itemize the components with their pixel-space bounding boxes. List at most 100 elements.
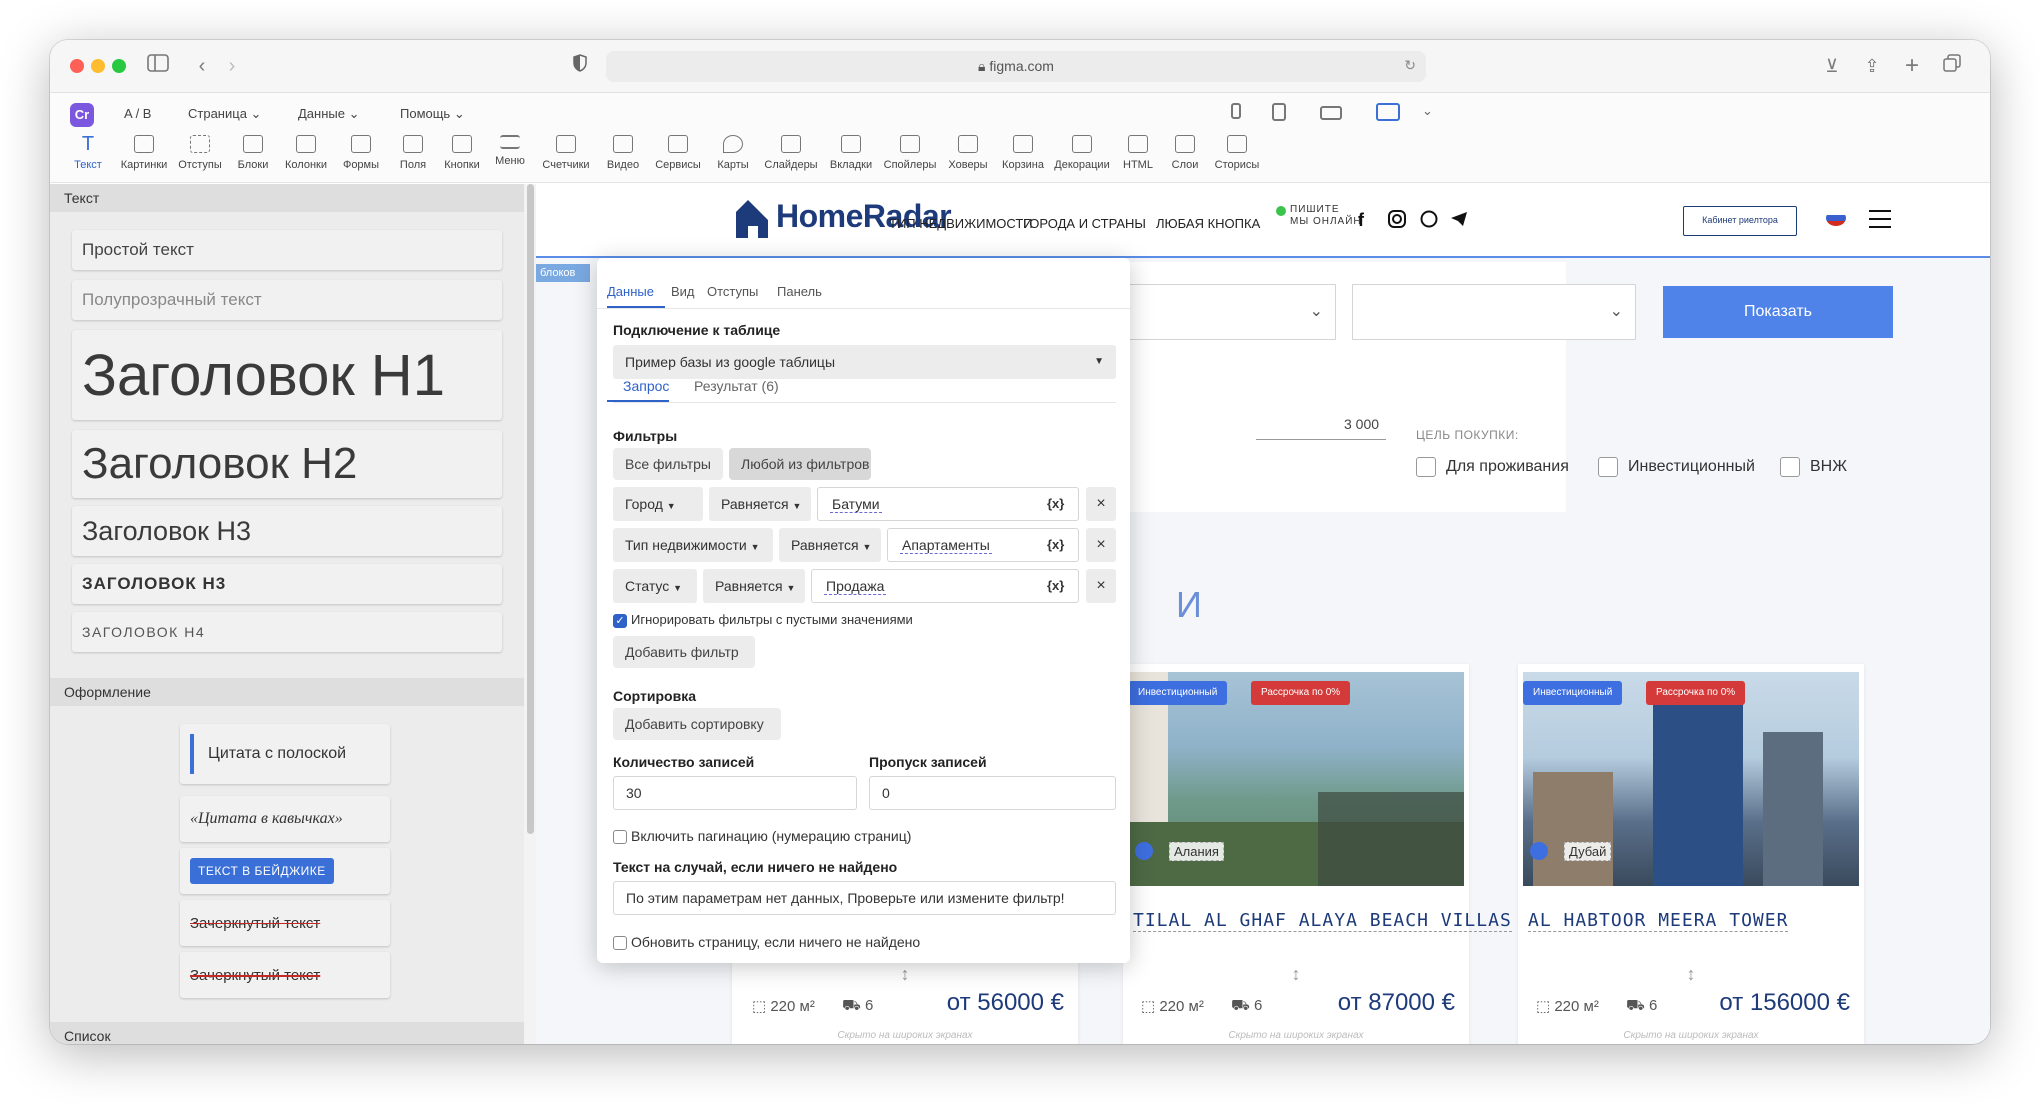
tool-sliders[interactable]: Слайдеры [763,135,819,171]
remove-filter-3-button[interactable]: × [1086,569,1116,603]
laptop-icon[interactable] [1320,106,1342,120]
remove-filter-2-button[interactable]: × [1086,528,1116,562]
zoom-window-button[interactable] [112,59,126,73]
write-online[interactable]: ПИШИТЕ МЫ ОНЛАЙН [1290,204,1362,228]
variable-insert-icon[interactable]: {x} [1047,578,1064,593]
pagination-checkbox[interactable] [613,830,627,844]
add-sort-button[interactable]: Добавить сортировку [613,708,781,740]
refresh-page-checkbox[interactable] [613,936,627,950]
block-strikethrough-wavy[interactable]: Зачеркнутый текст [180,952,390,998]
tab-padding[interactable]: Отступы [707,284,758,299]
tool-blocks[interactable]: Блоки [225,135,281,171]
filter-1-operator[interactable]: Равняется ▼ [709,487,811,521]
tool-cart[interactable]: Корзина [995,135,1051,171]
downloads-icon[interactable]: ⊻ [1820,53,1844,79]
panel-scrollbar[interactable] [524,184,536,1044]
block-heading-h2[interactable]: Заголовок H2 [72,430,502,498]
block-tag[interactable]: блоков [536,264,590,282]
tab-view[interactable]: Вид [671,284,695,299]
property-card-2[interactable]: Инвестиционный Рассрочка по 0% Алания TI… [1123,664,1512,1044]
add-filter-button[interactable]: Добавить фильтр [613,636,755,668]
block-plain-text[interactable]: Простой текст [72,230,502,270]
desktop-icon[interactable] [1376,103,1400,121]
block-quote-marks[interactable]: «Цитата в кавычках» [180,796,390,842]
tool-tabs[interactable]: Вкладки [823,135,879,171]
tool-fields[interactable]: Поля [385,135,441,171]
filter-3-value[interactable]: Продажа [811,569,1079,603]
filter-1-value[interactable]: Батуми [817,487,1079,521]
not-found-text-input[interactable]: По этим параметрам нет данных, Проверьте… [613,881,1116,915]
card-title[interactable]: TILAL AL GHAF ALAYA BEACH VILLAS [1133,910,1512,932]
tab-panel[interactable]: Панель [777,284,822,299]
menu-ab[interactable]: A / B [124,106,151,121]
phone-icon[interactable] [1272,103,1286,121]
tool-forms[interactable]: Формы [333,135,389,171]
chevron-down-icon[interactable]: ⌄ [1422,103,1433,119]
tool-text[interactable]: T Текст [60,134,116,171]
ignore-empty-checkbox[interactable]: ✓ [613,614,627,628]
facebook-icon[interactable]: f [1358,210,1364,231]
price-slider-track[interactable] [1256,439,1386,440]
variable-insert-icon[interactable]: {x} [1047,496,1064,511]
tab-overview-icon[interactable] [1940,53,1964,79]
whatsapp-icon[interactable] [1420,210,1438,233]
back-icon[interactable]: ‹ [192,53,212,79]
tool-images[interactable]: Картинки [116,135,172,171]
hamburger-menu-icon[interactable] [1869,210,1891,228]
block-quote-bar[interactable]: Цитата с полоской [180,724,390,784]
block-heading-h3[interactable]: Заголовок H3 [72,506,502,556]
skip-input[interactable]: 0 [869,776,1116,810]
close-window-button[interactable] [70,59,84,73]
section-text[interactable]: Текст [50,184,524,212]
site-select-city[interactable]: ⌄ [1096,284,1336,340]
minimize-window-button[interactable] [91,59,105,73]
any-filter-button[interactable]: Любой из фильтров [729,448,871,480]
nav-any-button[interactable]: ЛЮБАЯ КНОПКА [1156,216,1260,231]
telegram-icon[interactable] [1450,210,1468,233]
tool-hovers[interactable]: Ховеры [940,135,996,171]
block-badge-text[interactable]: ТЕКСТ В БЕЙДЖИКЕ [180,848,390,894]
forward-icon[interactable]: › [222,53,242,79]
phone-small-icon[interactable] [1231,103,1241,119]
tool-padding[interactable]: Отступы [172,135,228,171]
address-bar[interactable]: 🔒︎ figma.com ↻ [606,51,1426,82]
remove-filter-1-button[interactable]: × [1086,487,1116,521]
block-semi-transparent-text[interactable]: Полупрозрачный текст [72,280,502,320]
menu-help[interactable]: Помощь ⌄ [400,106,465,122]
purpose-investment-checkbox[interactable] [1598,457,1618,477]
tool-video[interactable]: Видео [595,135,651,171]
nav-property-type[interactable]: ТИП НЕДВИЖИМОСТИ [889,216,1033,231]
tool-layers[interactable]: Слои [1157,135,1213,171]
property-card-3[interactable]: Инвестиционный Рассрочка по 0% Дубай AL … [1518,664,1864,1044]
all-filters-button[interactable]: Все фильтры [613,448,723,480]
tool-stories[interactable]: Сторисы [1209,135,1265,171]
realtor-cabinet-button[interactable]: Кабинет риелтора [1683,206,1797,236]
tool-counters[interactable]: Счетчики [538,135,594,171]
section-list[interactable]: Список [50,1022,524,1044]
reload-icon[interactable]: ↻ [1404,57,1416,74]
tab-data[interactable]: Данные [607,284,654,299]
block-strikethrough[interactable]: Зачеркнутый текст [180,900,390,946]
app-logo[interactable]: Cr [70,103,94,127]
nav-cities[interactable]: ГОРОДА И СТРАНЫ [1023,216,1146,231]
new-tab-icon[interactable]: + [1900,53,1924,79]
tool-decorations[interactable]: Декорации [1054,135,1110,171]
menu-data[interactable]: Данные ⌄ [298,106,360,122]
block-heading-h1[interactable]: Заголовок H1 [72,330,502,420]
scrollbar-thumb[interactable] [527,184,534,834]
purpose-residency-checkbox[interactable] [1780,457,1800,477]
table-connection-select[interactable]: Пример базы из google таблицы ▼ [613,345,1116,379]
filter-2-operator[interactable]: Равняется ▼ [779,528,881,562]
purpose-living-checkbox[interactable] [1416,457,1436,477]
filter-3-field[interactable]: Статус ▼ [613,569,697,603]
tool-columns[interactable]: Колонки [278,135,334,171]
filter-2-field[interactable]: Тип недвижимости ▼ [613,528,773,562]
show-button[interactable]: Показать [1663,286,1893,338]
tool-menu[interactable]: Меню [482,135,538,167]
tool-maps[interactable]: Карты [705,135,761,171]
subtab-result[interactable]: Результат (6) [694,378,779,394]
sidebar-toggle-icon[interactable] [146,53,170,79]
count-input[interactable]: 30 [613,776,857,810]
block-heading-h4-caps[interactable]: ЗАГОЛОВОК Н4 [72,612,502,652]
privacy-shield-icon[interactable] [570,53,590,79]
